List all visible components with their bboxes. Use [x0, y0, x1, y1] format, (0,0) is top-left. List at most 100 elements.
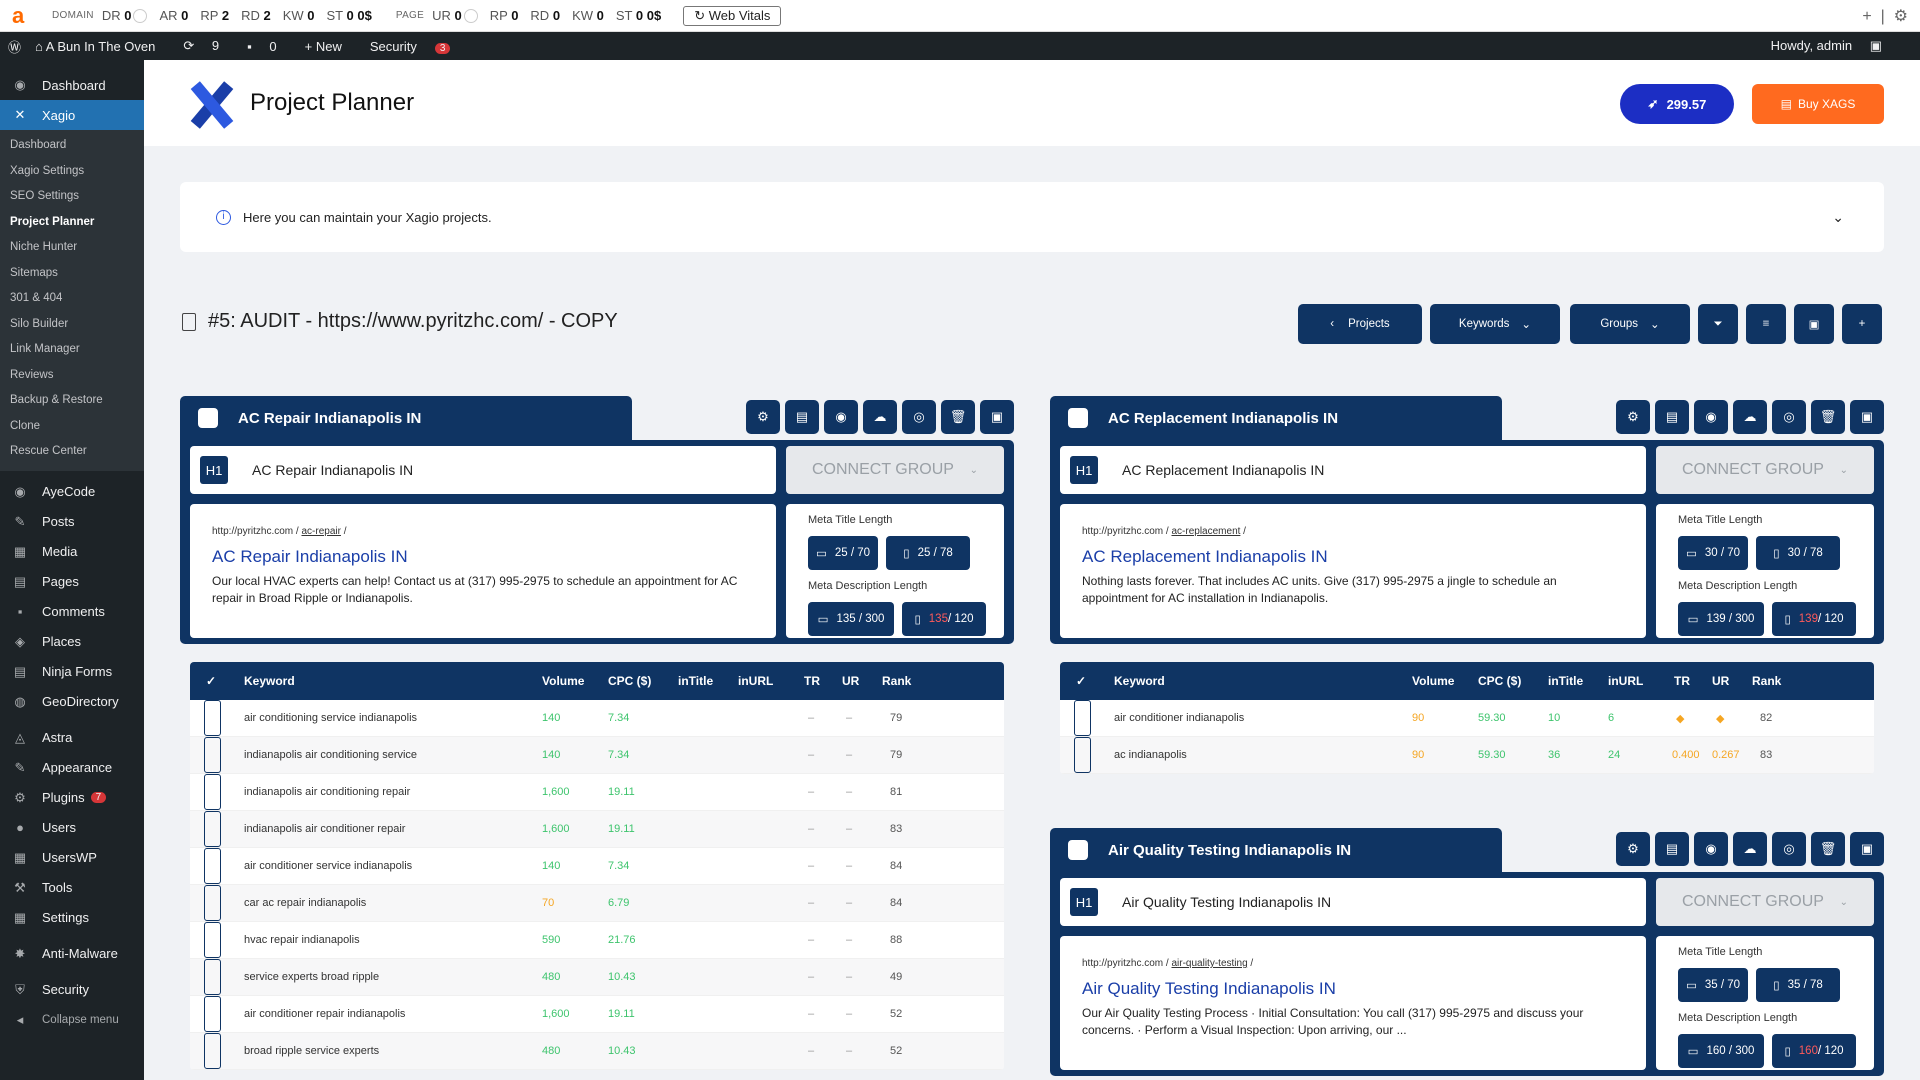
row-checkbox[interactable]: [204, 996, 221, 1032]
h1-field[interactable]: H1 AC Replacement Indianapolis IN: [1060, 446, 1646, 494]
submenu-item[interactable]: SEO Settings: [0, 184, 144, 210]
wordpress-icon[interactable]: Ⓦ: [8, 37, 21, 56]
plus-icon[interactable]: +: [1862, 8, 1871, 25]
submenu-item[interactable]: Sitemaps: [0, 261, 144, 287]
row-checkbox[interactable]: [204, 959, 221, 995]
keyword-cell[interactable]: indianapolis air conditioning service: [244, 737, 417, 773]
row-checkbox[interactable]: [1074, 700, 1091, 736]
row-checkbox[interactable]: [204, 1033, 221, 1069]
comments-link[interactable]: ▪ 0: [247, 39, 290, 54]
notes-icon[interactable]: ▤: [785, 400, 819, 434]
save-button[interactable]: ▣: [1794, 304, 1834, 344]
column-header[interactable]: inURL: [738, 662, 773, 700]
column-header[interactable]: UR: [842, 662, 859, 700]
keyword-cell[interactable]: car ac repair indianapolis: [244, 885, 366, 921]
target-icon[interactable]: ◎: [1772, 400, 1806, 434]
table-row[interactable]: indianapolis air conditioner repair 1,600…: [190, 811, 1004, 848]
sidebar-item-ayecode[interactable]: ◉ AyeCode: [0, 477, 144, 507]
keyword-cell[interactable]: air conditioner service indianapolis: [244, 848, 412, 884]
table-row[interactable]: air conditioner service indianapolis 140 7…: [190, 848, 1004, 885]
column-header[interactable]: inTitle: [678, 662, 713, 700]
table-row[interactable]: service experts broad ripple 480 10.43 – – 49: [190, 959, 1004, 996]
sidebar-item-astra[interactable]: ◬ Astra: [0, 723, 144, 753]
submenu-item[interactable]: Link Manager: [0, 337, 144, 363]
web-vitals-button[interactable]: ↻ Web Vitals: [683, 5, 782, 26]
keyword-cell[interactable]: broad ripple service experts: [244, 1033, 379, 1069]
sidebar-item-dashboard[interactable]: ◉ Dashboard: [0, 70, 144, 100]
table-row[interactable]: car ac repair indianapolis 70 6.79 – – 84: [190, 885, 1004, 922]
column-header[interactable]: Keyword: [1114, 662, 1165, 700]
credits-button[interactable]: ➶ 299.57: [1620, 84, 1734, 124]
site-name-link[interactable]: ⌂ A Bun In The Oven: [35, 39, 169, 54]
add-group-button[interactable]: +: [1842, 304, 1882, 344]
submenu-item[interactable]: Dashboard: [0, 133, 144, 159]
column-header[interactable]: TR: [804, 662, 820, 700]
sidebar-item-userswp[interactable]: ▦ UsersWP: [0, 843, 144, 873]
submenu-item[interactable]: Rescue Center: [0, 439, 144, 465]
ahrefs-logo-icon[interactable]: a: [12, 3, 40, 29]
notes-icon[interactable]: ▤: [1655, 832, 1689, 866]
keyword-cell[interactable]: hvac repair indianapolis: [244, 922, 360, 958]
keyword-cell[interactable]: air conditioning service indianapolis: [244, 700, 417, 736]
filter-button[interactable]: ⏷: [1698, 304, 1738, 344]
settings-icon[interactable]: ⚙: [1616, 832, 1650, 866]
sidebar-item-media[interactable]: ▦ Media: [0, 537, 144, 567]
row-checkbox[interactable]: [1074, 737, 1091, 773]
connect-group-dropdown[interactable]: CONNECT GROUP ⌄: [786, 446, 1004, 494]
sidebar-item-anti-malware[interactable]: ✸ Anti-Malware: [0, 939, 144, 969]
save-icon[interactable]: ▣: [1850, 832, 1884, 866]
column-header[interactable]: Volume: [1412, 662, 1454, 700]
eye-icon[interactable]: ◉: [824, 400, 858, 434]
row-checkbox[interactable]: [204, 700, 221, 736]
group-checkbox[interactable]: [1068, 408, 1088, 428]
group-checkbox[interactable]: [1068, 840, 1088, 860]
sort-button[interactable]: ≡: [1746, 304, 1786, 344]
sidebar-item-collapse-menu[interactable]: ◂ Collapse menu: [0, 1005, 144, 1035]
column-header[interactable]: Rank: [882, 662, 911, 700]
row-checkbox[interactable]: [204, 848, 221, 884]
submenu-item[interactable]: Xagio Settings: [0, 159, 144, 185]
serp-preview[interactable]: http://pyritzhc.com / ac-repair / AC Repa…: [190, 504, 776, 638]
submenu-item[interactable]: Project Planner: [0, 210, 144, 236]
sidebar-item-plugins[interactable]: ⚙ Plugins 7: [0, 783, 144, 813]
table-row[interactable]: air conditioning service indianapolis 140…: [190, 700, 1004, 737]
check-all-icon[interactable]: ✓: [1076, 662, 1086, 700]
security-link[interactable]: Security 3: [370, 39, 465, 54]
column-header[interactable]: TR: [1674, 662, 1690, 700]
keyword-cell[interactable]: indianapolis air conditioner repair: [244, 811, 405, 847]
toolbar-actions[interactable]: + | ⚙: [1862, 6, 1908, 26]
keyword-cell[interactable]: service experts broad ripple: [244, 959, 379, 995]
column-header[interactable]: CPC ($): [608, 662, 651, 700]
chevron-down-icon[interactable]: ⌄: [1832, 209, 1844, 226]
table-row[interactable]: indianapolis air conditioning repair 1,60…: [190, 774, 1004, 811]
keyword-cell[interactable]: air conditioner indianapolis: [1114, 700, 1244, 736]
column-header[interactable]: Volume: [542, 662, 584, 700]
submenu-item[interactable]: Clone: [0, 414, 144, 440]
eye-icon[interactable]: ◉: [1694, 400, 1728, 434]
sidebar-item-tools[interactable]: ⚒ Tools: [0, 873, 144, 903]
table-row[interactable]: ac indianapolis 90 59.30 36 24 0.400 0.267 83: [1060, 737, 1874, 774]
row-checkbox[interactable]: [204, 737, 221, 773]
sidebar-item-pages[interactable]: ▤ Pages: [0, 567, 144, 597]
table-row[interactable]: air conditioner indianapolis 90 59.30 10 6 ◆ ◆…: [1060, 700, 1874, 737]
settings-icon[interactable]: ⚙: [1894, 8, 1908, 25]
sidebar-item-places[interactable]: ◈ Places: [0, 627, 144, 657]
connect-group-dropdown[interactable]: CONNECT GROUP ⌄: [1656, 878, 1874, 926]
new-link[interactable]: + New: [305, 39, 356, 54]
sidebar-item-users[interactable]: ● Users: [0, 813, 144, 843]
column-header[interactable]: UR: [1712, 662, 1729, 700]
table-row[interactable]: air conditioner repair indianapolis 1,600…: [190, 996, 1004, 1033]
updates-link[interactable]: ⟳ 9: [183, 38, 233, 54]
row-checkbox[interactable]: [204, 922, 221, 958]
connect-group-dropdown[interactable]: CONNECT GROUP ⌄: [1656, 446, 1874, 494]
group-checkbox[interactable]: [198, 408, 218, 428]
row-checkbox[interactable]: [204, 774, 221, 810]
column-header[interactable]: Rank: [1752, 662, 1781, 700]
groups-dropdown[interactable]: Groups ⌄: [1570, 304, 1690, 344]
table-row[interactable]: broad ripple service experts 480 10.43 – – 52: [190, 1033, 1004, 1070]
keyword-cell[interactable]: air conditioner repair indianapolis: [244, 996, 405, 1032]
submenu-item[interactable]: Niche Hunter: [0, 235, 144, 261]
trash-icon[interactable]: 🗑: [1811, 400, 1845, 434]
trash-icon[interactable]: 🗑: [941, 400, 975, 434]
cloud-icon[interactable]: ☁: [1733, 832, 1767, 866]
